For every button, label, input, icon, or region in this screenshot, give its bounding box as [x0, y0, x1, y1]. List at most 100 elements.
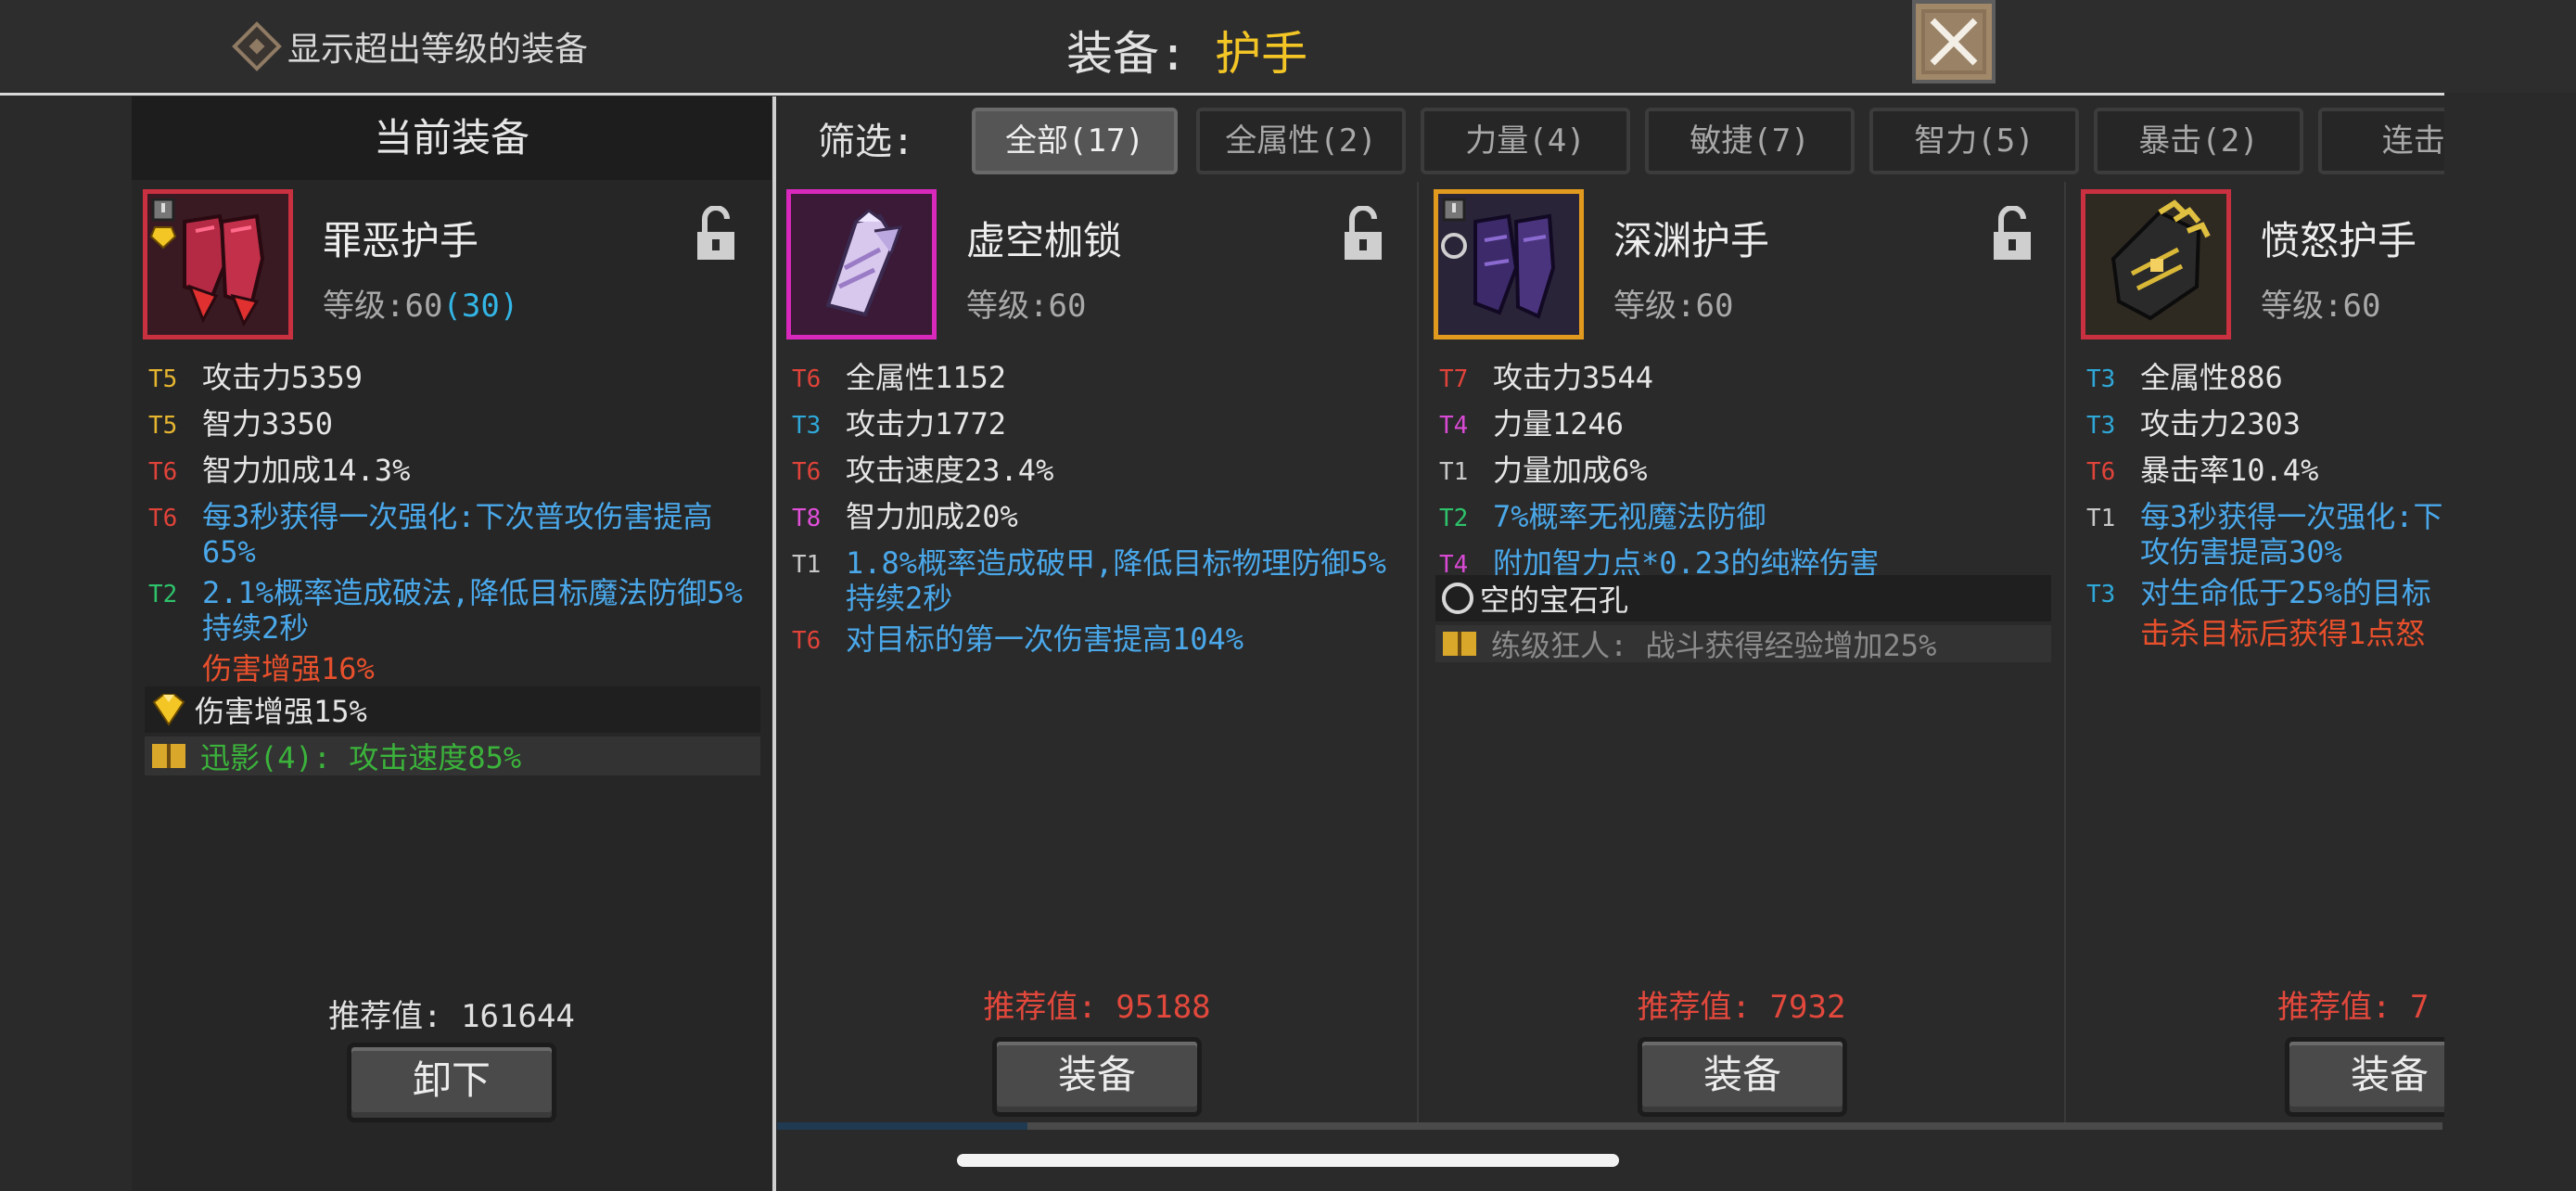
- tab-crit[interactable]: 暴击(2): [2094, 108, 2303, 174]
- stat-tier: T6: [792, 365, 822, 393]
- lock-button[interactable]: [1343, 205, 1384, 265]
- item-icon[interactable]: [1434, 189, 1584, 339]
- stat-row: T6 全属性1152: [792, 360, 1395, 399]
- item-name: 深渊护手: [1613, 218, 1770, 263]
- unlock-icon: [1994, 205, 2031, 260]
- stat-text: 伤害增强16%: [202, 651, 375, 686]
- tab-agility[interactable]: 敏捷(7): [1645, 108, 1855, 174]
- stat-tier: T1: [792, 551, 822, 579]
- stat-text: 每3秒获得一次强化:下次普攻伤害提高65%: [202, 499, 713, 570]
- page-title: 装备: 护手: [1066, 17, 1307, 83]
- current-item-level-text: 等级:60: [323, 288, 443, 325]
- stat-row: 伤害增强16%: [148, 651, 764, 686]
- gauntlet-icon: [149, 198, 265, 327]
- close-button[interactable]: [1912, 0, 1996, 83]
- item-icon[interactable]: [786, 189, 937, 339]
- stat-row: T3 攻击力1772: [792, 406, 1395, 445]
- gauntlet-icon: [2111, 199, 2211, 321]
- stat-tier: T6: [792, 627, 822, 655]
- stat-row: T6 智力加成14.3%: [148, 453, 764, 492]
- stat-text: 攻击力3544: [1493, 360, 1654, 395]
- empty-socket-icon: [1442, 583, 1473, 614]
- stat-row: T6 对目标的第一次伤害提高104%: [792, 621, 1395, 660]
- stat-tier: T5: [148, 365, 178, 393]
- recommend-value: 161644: [461, 998, 575, 1035]
- stat-tier: T6: [148, 505, 178, 532]
- current-item-level-extra: (30): [442, 288, 519, 325]
- stat-text: 力量1246: [1493, 406, 1625, 442]
- set-row: 迅影(4): 攻击速度85%: [145, 736, 760, 775]
- scrollbar-thumb[interactable]: [777, 1122, 1027, 1130]
- item-recommend: 推荐值: 95188: [777, 981, 1417, 1027]
- tab-intelligence[interactable]: 智力(5): [1869, 108, 2079, 174]
- item-name: 虚空枷锁: [966, 218, 1123, 263]
- stat-text: 7%概率无视魔法防御: [1493, 499, 1766, 534]
- stat-text: 攻击力5359: [202, 360, 363, 395]
- item-name: 愤怒护手: [2261, 218, 2417, 263]
- close-icon: [1925, 13, 1983, 70]
- equip-button[interactable]: 装备: [1638, 1037, 1847, 1117]
- stat-tier: T1: [2086, 505, 2116, 532]
- current-recommend: 推荐值: 161644: [132, 991, 772, 1036]
- home-indicator[interactable]: [957, 1154, 1619, 1167]
- set-text: 迅影(4): 攻击速度85%: [200, 740, 522, 775]
- current-item-level: 等级:60(30): [323, 280, 518, 326]
- stat-tier: T3: [2086, 365, 2116, 393]
- checkbox-diamond-icon[interactable]: [232, 21, 282, 71]
- unlock-button[interactable]: [695, 205, 736, 265]
- unequip-button[interactable]: 卸下: [347, 1043, 556, 1122]
- gem-icon: [152, 694, 185, 726]
- stat-row: T2 2.1%概率造成破法,降低目标魔法防御5%持续2秒: [148, 575, 764, 646]
- equip-button[interactable]: 装备: [992, 1037, 1202, 1117]
- stat-tier: T3: [792, 412, 822, 440]
- stat-text: 1.8%概率造成破甲,降低目标物理防御5%持续2秒: [846, 545, 1386, 616]
- panel-divider: [772, 96, 776, 1191]
- gauntlet-icon: [1441, 198, 1556, 319]
- current-equipment-header: 当前装备: [132, 96, 772, 180]
- set-row: 练级狂人: 战斗获得经验增加25%: [1435, 625, 2051, 663]
- stat-tier: T6: [2086, 458, 2116, 486]
- recommend-label: 推荐值:: [983, 989, 1097, 1026]
- current-equipment-title: 当前装备: [373, 115, 529, 160]
- item-stats: T6 全属性1152 T3 攻击力1772 T6 攻击速度23.4% T8 智力加成20…: [792, 360, 1395, 660]
- item-recommend: 推荐值: 7932: [1419, 981, 2064, 1027]
- tab-all-attributes[interactable]: 全属性(2): [1196, 108, 1406, 174]
- stat-row: T1 1.8%概率造成破甲,降低目标物理防御5%持续2秒: [792, 545, 1395, 616]
- stat-text: 智力加成20%: [846, 499, 1018, 534]
- stat-text: 全属性886: [2140, 360, 2283, 395]
- card-separator: [2064, 182, 2066, 1122]
- stat-tier: T2: [1439, 505, 1469, 532]
- stat-row: T5 攻击力5359: [148, 360, 764, 399]
- filter-label: 筛选:: [818, 121, 915, 163]
- stat-text: 击杀目标后获得1点怒: [2140, 616, 2426, 651]
- stat-tier: T6: [792, 458, 822, 486]
- current-item-icon[interactable]: [143, 189, 293, 339]
- tab-all[interactable]: 全部(17): [972, 108, 1178, 174]
- gem-row: 伤害增强15%: [145, 686, 760, 733]
- lock-button[interactable]: [1992, 205, 2033, 265]
- stat-tier: T4: [1439, 412, 1469, 440]
- item-icon[interactable]: [2081, 189, 2231, 339]
- stat-tier: T7: [1439, 365, 1469, 393]
- tab-strength[interactable]: 力量(4): [1421, 108, 1630, 174]
- shackle-icon: [825, 209, 903, 317]
- recommend-label: 推荐值:: [328, 998, 442, 1035]
- recommend-value: 95188: [1116, 989, 1211, 1026]
- stat-text: 对生命低于25%的目标: [2140, 575, 2431, 610]
- show-over-level-toggle[interactable]: 显示超出等级的装备: [232, 20, 588, 72]
- set-text: 练级狂人: 战斗获得经验增加25%: [1491, 628, 1937, 663]
- stat-row: T5 智力3350: [148, 406, 764, 445]
- recommend-label: 推荐值:: [1637, 989, 1752, 1026]
- item-level: 等级:60: [1613, 288, 1734, 325]
- recommend-value: 7932: [1769, 989, 1846, 1026]
- stat-text: 力量加成6%: [1493, 453, 1648, 488]
- recommend-label: 推荐值:: [2277, 989, 2391, 1026]
- stat-tier: T2: [148, 581, 178, 608]
- socket-text: 空的宝石孔: [1480, 583, 1629, 618]
- scroll-clip-mask: [2444, 93, 2576, 1191]
- stat-tier: T5: [148, 412, 178, 440]
- title-label: 装备:: [1066, 27, 1188, 81]
- gem-socket-row: 空的宝石孔: [1435, 575, 2051, 621]
- current-item-name: 罪恶护手: [323, 218, 479, 263]
- book-icon: [152, 744, 185, 768]
